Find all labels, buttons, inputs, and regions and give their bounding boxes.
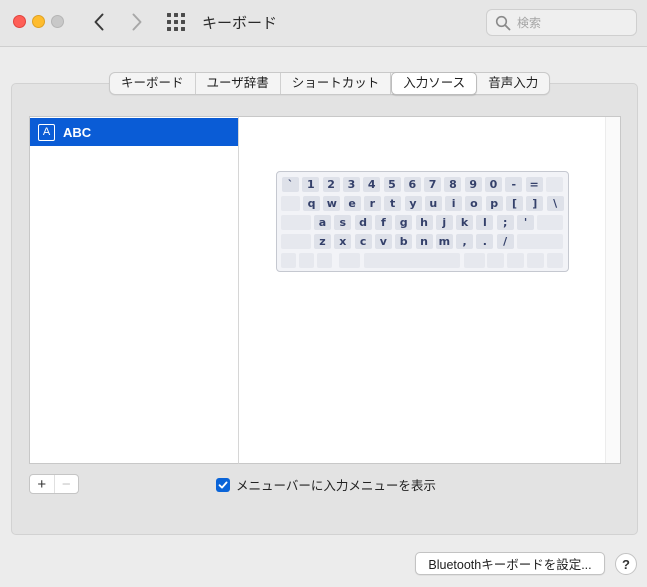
tab-dictation[interactable]: 音声入力 xyxy=(477,73,549,94)
keyboard-layout-preview: ` 1 2 3 4 5 6 7 8 9 0- = q w e r t y u i o p[] \ a s d f g h j k l; ' z x c… xyxy=(276,171,569,272)
keyboard-key: k xyxy=(456,215,474,230)
keyboard-key: = xyxy=(525,177,543,192)
remove-input-source-button[interactable]: − xyxy=(55,475,79,493)
keyboard-key: v xyxy=(374,234,392,249)
keyboard-key: c xyxy=(354,234,372,249)
keyboard-key: 0 xyxy=(485,177,502,192)
keyboard-key: n xyxy=(415,234,433,249)
minimize-window-button[interactable] xyxy=(32,15,45,28)
keyboard-key: ; xyxy=(496,215,514,230)
keyboard-key-modifier xyxy=(281,196,300,211)
keyboard-key: 4 xyxy=(363,177,381,192)
keyboard-key: / xyxy=(496,234,514,249)
keyboard-key-bottom-row xyxy=(547,253,563,268)
keyboard-key: 6 xyxy=(403,177,421,192)
keyboard-key: 9 xyxy=(464,177,482,192)
keyboard-key: m xyxy=(435,234,453,249)
keyboard-key-bottom-row xyxy=(507,253,524,268)
keyboard-key: 7 xyxy=(424,177,442,192)
keyboard-key: b xyxy=(395,234,413,249)
show-all-grid-button[interactable] xyxy=(166,12,186,32)
keyboard-key-bottom-row xyxy=(339,253,360,268)
tab-input-sources[interactable]: 入力ソース xyxy=(391,72,478,95)
keyboard-key-bottom-row xyxy=(464,253,485,268)
scrollbar-track[interactable] xyxy=(605,117,620,463)
keyboard-key: u xyxy=(424,196,442,211)
title-bar: キーボード 検索 xyxy=(0,0,647,47)
keyboard-key: h xyxy=(415,215,433,230)
zoom-window-button[interactable] xyxy=(51,15,64,28)
keyboard-key-bottom-row xyxy=(487,253,504,268)
keyboard-key-bottom-row xyxy=(527,253,544,268)
keyboard-key: 2 xyxy=(322,177,340,192)
window-title: キーボード xyxy=(202,15,278,32)
keyboard-key: q xyxy=(303,196,320,211)
search-field[interactable]: 検索 xyxy=(486,9,637,36)
search-placeholder: 検索 xyxy=(517,16,542,30)
keyboard-key: l xyxy=(476,215,494,230)
keyboard-key: 8 xyxy=(444,177,462,192)
help-button[interactable]: ? xyxy=(615,553,637,575)
chevron-right-icon xyxy=(132,13,142,31)
keyboard-key: d xyxy=(354,215,372,230)
keyboard-key: 3 xyxy=(342,177,360,192)
keyboard-key: i xyxy=(445,196,463,211)
keyboard-key: . xyxy=(476,234,494,249)
keyboard-key: - xyxy=(505,177,523,192)
keyboard-key: t xyxy=(384,196,402,211)
tab-shortcuts[interactable]: ショートカット xyxy=(281,73,392,94)
keyboard-key-modifier xyxy=(281,234,311,249)
setup-bluetooth-keyboard-button[interactable]: Bluetoothキーボードを設定... xyxy=(415,552,605,575)
keyboard-key: y xyxy=(404,196,422,211)
tab-user-dictionary[interactable]: ユーザ辞書 xyxy=(196,73,281,94)
keyboard-key-bottom-row xyxy=(364,253,460,268)
keyboard-key: j xyxy=(435,215,453,230)
input-source-list[interactable]: A ABC xyxy=(29,116,239,464)
keyboard-key: f xyxy=(374,215,392,230)
keyboard-key-bottom-row xyxy=(299,253,314,268)
close-window-button[interactable] xyxy=(13,15,26,28)
keyboard-preview-pane xyxy=(238,116,621,464)
keyboard-key: [ xyxy=(506,196,523,211)
forward-button[interactable] xyxy=(126,11,148,33)
keyboard-key: w xyxy=(323,196,341,211)
keyboard-key: r xyxy=(363,196,381,211)
keyboard-key: a xyxy=(314,215,331,230)
chevron-left-icon xyxy=(94,13,104,31)
keyboard-key-modifier xyxy=(545,177,563,192)
keyboard-key: ] xyxy=(526,196,544,211)
keyboard-key: ' xyxy=(517,215,534,230)
back-button[interactable] xyxy=(88,11,110,33)
keyboard-key: p xyxy=(485,196,503,211)
tab-bar: キーボード ユーザ辞書 ショートカット 入力ソース 音声入力 xyxy=(109,72,551,95)
keyboard-key-bottom-row xyxy=(317,253,332,268)
keyboard-key-bottom-row xyxy=(281,253,296,268)
keyboard-key: g xyxy=(395,215,413,230)
keyboard-key: x xyxy=(334,234,352,249)
keyboard-key: s xyxy=(334,215,352,230)
checkmark-icon xyxy=(218,481,228,488)
keyboard-key-modifier xyxy=(281,215,311,230)
input-source-badge: A xyxy=(38,123,55,141)
tab-keyboard[interactable]: キーボード xyxy=(110,73,196,94)
show-input-menu-option[interactable]: メニューバーに入力メニューを表示 xyxy=(216,475,436,494)
keyboard-key-modifier xyxy=(517,234,563,249)
keyboard-key: ` xyxy=(282,177,299,192)
keyboard-key: 1 xyxy=(302,177,320,192)
keyboard-key: e xyxy=(343,196,361,211)
keyboard-key: o xyxy=(465,196,483,211)
keyboard-key: z xyxy=(314,234,331,249)
search-icon xyxy=(495,15,511,30)
add-input-source-button[interactable]: + xyxy=(30,475,55,493)
show-input-menu-checkbox[interactable] xyxy=(216,477,230,492)
keyboard-key: , xyxy=(456,234,474,249)
show-input-menu-label: メニューバーに入力メニューを表示 xyxy=(236,479,436,493)
keyboard-key: 5 xyxy=(383,177,401,192)
input-source-label: ABC xyxy=(63,124,92,140)
keyboard-key-modifier xyxy=(537,215,563,230)
add-remove-control: + − xyxy=(29,474,79,494)
input-source-row-abc[interactable]: A ABC xyxy=(30,118,238,146)
keyboard-key: \ xyxy=(546,196,564,211)
